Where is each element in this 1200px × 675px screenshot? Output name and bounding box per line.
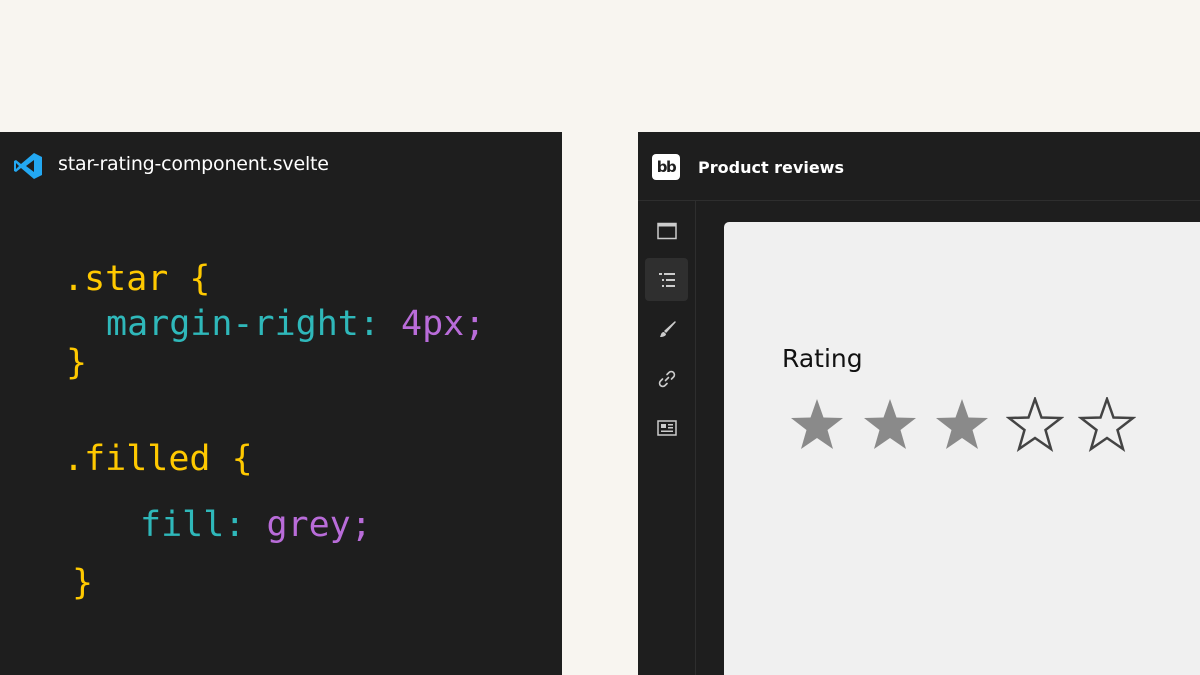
code-fill-value: grey;	[266, 505, 372, 545]
editor-header: star-rating-component.svelte	[0, 132, 562, 198]
star-filled-icon[interactable]	[933, 397, 991, 453]
code-star-close: }	[66, 343, 88, 383]
link-icon	[658, 370, 675, 387]
code-star-selector: .star {	[63, 259, 211, 299]
screen-icon	[656, 222, 677, 239]
vscode-icon	[14, 153, 42, 179]
sidebar-link-button[interactable]	[645, 357, 688, 400]
rating-label: Rating	[782, 344, 863, 373]
star-filled-icon[interactable]	[861, 397, 919, 453]
code-filled-selector: .filled {	[63, 439, 253, 479]
preview-canvas: Rating	[724, 222, 1200, 675]
code-fill-property: fill:	[140, 505, 246, 545]
app-sidebar	[638, 201, 696, 675]
list-icon	[658, 272, 675, 287]
star-empty-icon[interactable]	[1078, 397, 1136, 453]
code-line-margin: margin-right: 4px;	[106, 307, 485, 342]
brush-icon	[659, 320, 676, 337]
budibase-logo[interactable]: bb	[652, 154, 680, 180]
sidebar-screen-button[interactable]	[645, 209, 688, 252]
sidebar-layout-button[interactable]	[645, 406, 688, 449]
code-margin-property: margin-right:	[106, 304, 380, 344]
sidebar-design-button[interactable]	[645, 308, 688, 351]
editor-filename[interactable]: star-rating-component.svelte	[58, 153, 329, 175]
layout-icon	[656, 419, 677, 436]
star-filled-icon[interactable]	[788, 397, 846, 453]
code-filled-close: }	[72, 563, 94, 603]
sidebar-components-button[interactable]	[645, 258, 688, 301]
code-margin-value: 4px;	[401, 304, 486, 344]
app-builder-panel: bb Product reviews Rating	[638, 132, 1200, 675]
page: star-rating-component.svelte .star { mar…	[0, 0, 1200, 675]
star-empty-icon[interactable]	[1005, 397, 1064, 453]
app-title[interactable]: Product reviews	[698, 158, 844, 177]
app-header: bb Product reviews	[638, 132, 1200, 201]
code-line-fill: fill: grey;	[140, 508, 372, 543]
code-editor-panel: star-rating-component.svelte .star { mar…	[0, 132, 562, 675]
